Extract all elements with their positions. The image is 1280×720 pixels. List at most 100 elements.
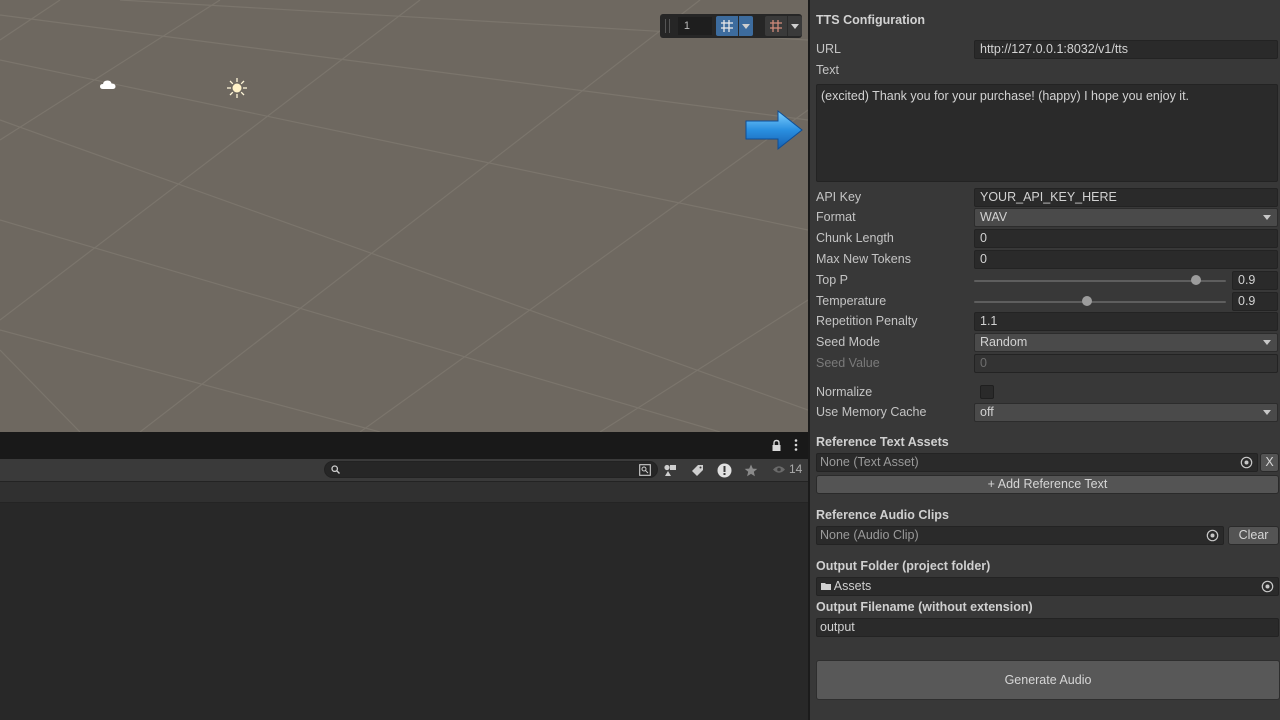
clear-reference-audio-button[interactable]: Clear: [1228, 526, 1279, 545]
list-header: [0, 482, 808, 503]
object-picker-icon[interactable]: [1240, 456, 1253, 469]
top-p-row: Top P 0.9: [816, 270, 1278, 291]
max-new-tokens-row: Max New Tokens 0: [816, 249, 1278, 270]
repetition-penalty-label: Repetition Penalty: [816, 314, 918, 328]
format-label: Format: [816, 210, 856, 224]
chunk-length-row: Chunk Length 0: [816, 228, 1278, 249]
text-input-area[interactable]: (excited) Thank you for your purchase! (…: [816, 84, 1278, 182]
error-icon[interactable]: [716, 462, 732, 478]
url-label: URL: [816, 42, 842, 56]
chunk-length-label: Chunk Length: [816, 231, 894, 245]
repetition-penalty-row: Repetition Penalty 1.1: [816, 311, 1278, 332]
chevron-down-icon: [1263, 215, 1271, 220]
seed-mode-value: Random: [980, 335, 1028, 349]
url-row: URL http://127.0.0.1:8032/v1/tts: [816, 39, 1278, 60]
eye-icon: [773, 465, 785, 473]
chevron-down-icon: [1263, 410, 1271, 415]
temperature-label: Temperature: [816, 294, 887, 308]
output-folder-field[interactable]: Assets: [816, 577, 1279, 596]
search-icon: [331, 465, 340, 474]
reference-text-slot-value: None (Text Asset): [820, 455, 919, 469]
output-filename-header: Output Filename (without extension): [816, 600, 1033, 614]
seed-value-row: Seed Value 0: [816, 353, 1278, 374]
top-p-value-field[interactable]: 0.9: [1232, 271, 1278, 290]
generate-audio-button[interactable]: Generate Audio: [816, 660, 1280, 700]
output-filename-field[interactable]: output: [816, 618, 1279, 637]
api-key-row: API Key YOUR_API_KEY_HERE: [816, 187, 1278, 208]
seed-mode-label: Seed Mode: [816, 335, 880, 349]
reference-text-slot[interactable]: None (Text Asset): [816, 453, 1258, 472]
text-label-row: Text: [816, 60, 1278, 81]
output-folder-header: Output Folder (project folder): [816, 559, 991, 573]
format-dropdown[interactable]: WAV: [974, 208, 1278, 227]
hidden-count-label: 14: [789, 462, 803, 476]
add-reference-text-button[interactable]: + Add Reference Text: [816, 475, 1279, 494]
normalize-checkbox[interactable]: [980, 385, 994, 399]
slider-thumb[interactable]: [1190, 275, 1201, 285]
use-memory-cache-row: Use Memory Cache off: [816, 402, 1278, 423]
seed-value-label: Seed Value: [816, 356, 880, 370]
repetition-penalty-field[interactable]: 1.1: [974, 312, 1278, 331]
grid-snap-toggle[interactable]: [716, 16, 753, 36]
max-new-tokens-field[interactable]: 0: [974, 250, 1278, 269]
normalize-label: Normalize: [816, 385, 873, 399]
chevron-down-icon: [1263, 340, 1271, 345]
chevron-down-icon[interactable]: [787, 16, 802, 36]
seed-mode-row: Seed Mode Random: [816, 332, 1278, 353]
toolbar-grip-handle[interactable]: [665, 19, 670, 33]
search-by-type-icon[interactable]: [639, 464, 651, 476]
remove-reference-text-button[interactable]: X: [1260, 453, 1279, 472]
filter-by-type-icon[interactable]: [662, 462, 678, 478]
slider-track: [974, 280, 1226, 282]
hidden-objects-counter[interactable]: 14: [772, 462, 802, 476]
panel-header: [0, 432, 808, 459]
top-p-label: Top P: [816, 273, 848, 287]
arrow-right-icon: [745, 109, 803, 151]
search-input[interactable]: [345, 462, 635, 477]
panel-toolbar: 14: [0, 459, 808, 482]
search-box: [324, 461, 658, 478]
chunk-length-field[interactable]: 0: [974, 229, 1278, 248]
object-picker-icon[interactable]: [1206, 529, 1219, 542]
light-icon[interactable]: [226, 77, 248, 99]
cloud-icon[interactable]: [99, 78, 117, 92]
inspector-title: TTS Configuration: [816, 13, 926, 27]
use-memory-cache-dropdown[interactable]: off: [974, 403, 1278, 422]
temperature-value-field[interactable]: 0.9: [1232, 292, 1278, 311]
lock-icon[interactable]: [771, 439, 782, 452]
slider-thumb[interactable]: [1082, 296, 1093, 306]
api-key-field[interactable]: YOUR_API_KEY_HERE: [974, 188, 1278, 207]
temperature-row: Temperature 0.9: [816, 291, 1278, 312]
scene-overlay-toolbar: 1: [660, 14, 802, 38]
reference-audio-slot-value: None (Audio Clip): [820, 528, 919, 542]
top-p-slider[interactable]: [974, 270, 1226, 291]
format-row: Format WAV: [816, 207, 1278, 228]
folder-icon: [821, 583, 831, 590]
url-field[interactable]: http://127.0.0.1:8032/v1/tts: [974, 40, 1278, 59]
format-value: WAV: [980, 210, 1008, 224]
reference-text-header: Reference Text Assets: [816, 435, 949, 449]
scene-view[interactable]: 1: [0, 0, 808, 432]
reference-audio-slot[interactable]: None (Audio Clip): [816, 526, 1224, 545]
max-new-tokens-label: Max New Tokens: [816, 252, 911, 266]
output-folder-value: Assets: [833, 579, 872, 593]
seed-mode-dropdown[interactable]: Random: [974, 333, 1278, 352]
reference-audio-header: Reference Audio Clips: [816, 508, 949, 522]
text-label: Text: [816, 63, 839, 77]
api-key-label: API Key: [816, 190, 862, 204]
more-options-icon[interactable]: [794, 438, 798, 452]
grid-icon: [765, 16, 787, 36]
normalize-row: Normalize: [816, 382, 1278, 403]
object-picker-icon[interactable]: [1261, 580, 1274, 593]
slider-track: [974, 301, 1226, 303]
label-icon[interactable]: [689, 462, 705, 478]
grid-size-field[interactable]: 1: [677, 17, 712, 35]
scene-grid: [0, 0, 808, 432]
use-memory-cache-label: Use Memory Cache: [816, 405, 927, 419]
chevron-down-icon[interactable]: [738, 16, 753, 36]
star-icon[interactable]: [743, 462, 759, 478]
grid-visibility-toggle[interactable]: [765, 16, 802, 36]
use-memory-cache-value: off: [980, 405, 994, 419]
tts-inspector-panel: TTS Configuration URL http://127.0.0.1:8…: [808, 0, 1280, 720]
temperature-slider[interactable]: [974, 291, 1226, 312]
